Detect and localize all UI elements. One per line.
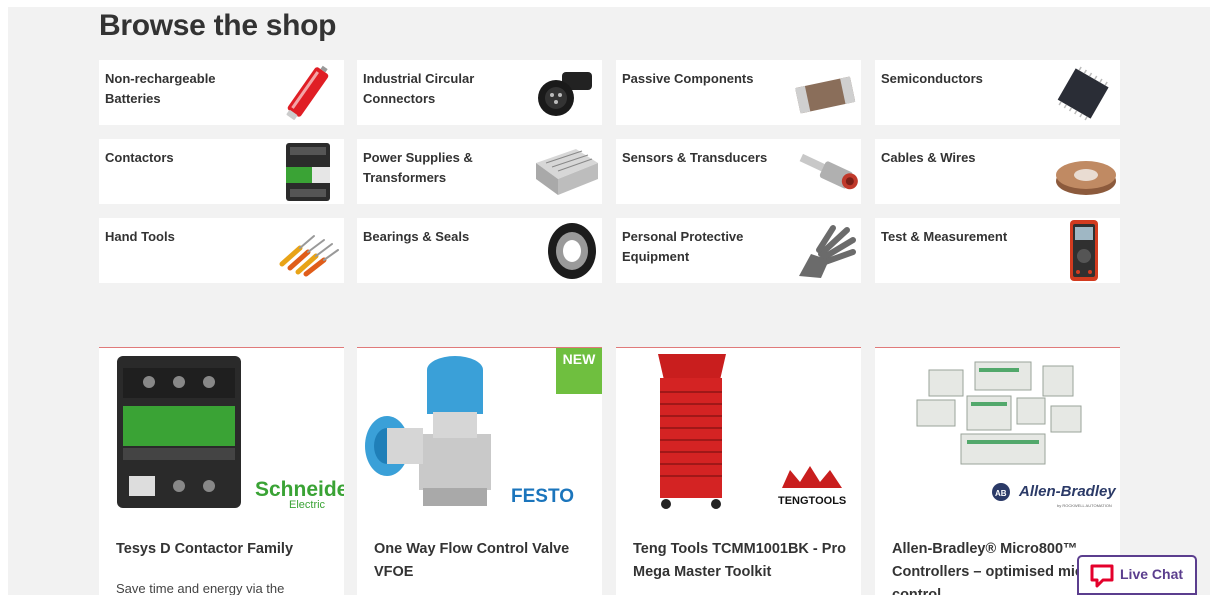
category-label: Sensors & Transducers [622,150,768,165]
category-tile-test-measurement[interactable]: Test & Measurement [875,218,1120,283]
svg-text:AB: AB [995,489,1007,498]
battery-icon [286,65,329,120]
chip-icon [1057,66,1109,121]
category-tile-sensors[interactable]: Sensors & Transducers [616,139,861,204]
toolkit-product-image: TENGTOOLS [658,354,846,509]
category-tile-passive[interactable]: Passive Components [616,60,861,125]
category-tile-bearings[interactable]: Bearings & Seals [357,218,602,283]
card-description: Save time and energy via the [116,581,285,595]
category-label: Cables & Wires [881,150,976,165]
browse-shop-section: Browse the shop Non-rechargeable Batteri… [8,7,1210,595]
category-label: Non-rechargeable Batteries [105,71,216,106]
chat-bubble-icon [1090,564,1114,588]
category-label: Hand Tools [105,229,175,244]
bearing-icon [548,223,596,279]
category-tile-semiconductors[interactable]: Semiconductors [875,60,1120,125]
category-label: Passive Components [622,71,754,86]
product-card-flow-valve[interactable]: FESTO NEW One Way Flow Control Valve VFO… [357,347,602,595]
category-tile-power-supplies[interactable]: Power Supplies & Transformers [357,139,602,204]
brand-logo-text: Schneider [255,478,344,501]
category-label: Power Supplies & Transformers [363,150,473,185]
resistor-icon [795,76,856,114]
card-title: Teng Tools TCMM1001BK - Pro Mega Master … [633,541,846,580]
category-label: Bearings & Seals [363,229,470,244]
sensor-icon [799,153,858,190]
brand-logo-text: FESTO [511,486,574,507]
power-supply-icon [536,149,598,195]
brand-logo-text: Allen-Bradley [1018,483,1116,500]
category-tile-batteries[interactable]: Non-rechargeable Batteries [99,60,344,125]
card-title: Tesys D Contactor Family [116,541,294,557]
card-title: Allen-Bradley® Micro800™ Controllers – o… [892,541,1098,595]
card-title: One Way Flow Control Valve VFOE [374,541,570,580]
category-label: Industrial Circular Connectors [363,71,475,106]
category-tile-contactors[interactable]: Contactors [99,139,344,204]
category-tile-cables[interactable]: Cables & Wires [875,139,1120,204]
new-badge: NEW [556,348,602,394]
category-label: Contactors [105,150,174,165]
cable-reel-icon [1056,161,1116,195]
contactor-product-image: Schneider Electric [117,356,344,511]
product-card-toolkit[interactable]: TENGTOOLS Teng Tools TCMM1001BK - Pro Me… [616,347,861,595]
category-tile-hand-tools[interactable]: Hand Tools [99,218,344,283]
glove-icon [799,225,856,278]
brand-logo-subtext: Electric [289,499,326,511]
category-label: Test & Measurement [881,229,1008,244]
category-tile-connectors[interactable]: Industrial Circular Connectors [357,60,602,125]
featured-cards: Schneider Electric Tesys D Contactor Fam… [99,347,1120,595]
category-tile-ppe[interactable]: Personal Protective Equipment [616,218,861,283]
live-chat-button[interactable]: Live Chat [1077,555,1197,595]
controllers-product-image: AB Allen-Bradley by ROCKWELL AUTOMATION [916,361,1116,508]
category-grid: Non-rechargeable Batteries Industrial Ci… [99,60,1120,283]
live-chat-label: Live Chat [1120,566,1184,582]
contactor-icon [286,143,330,201]
screwdriver-icon [279,235,339,277]
circular-connector-icon [538,72,592,116]
brand-logo-subtext: by ROCKWELL AUTOMATION [1057,503,1112,508]
category-label: Personal Protective Equipment [622,229,744,264]
section-heading: Browse the shop [99,9,337,42]
multimeter-icon [1070,220,1098,281]
category-label: Semiconductors [881,71,983,86]
brand-logo-text: TENGTOOLS [778,495,846,507]
product-card-contactor[interactable]: Schneider Electric Tesys D Contactor Fam… [99,347,344,595]
